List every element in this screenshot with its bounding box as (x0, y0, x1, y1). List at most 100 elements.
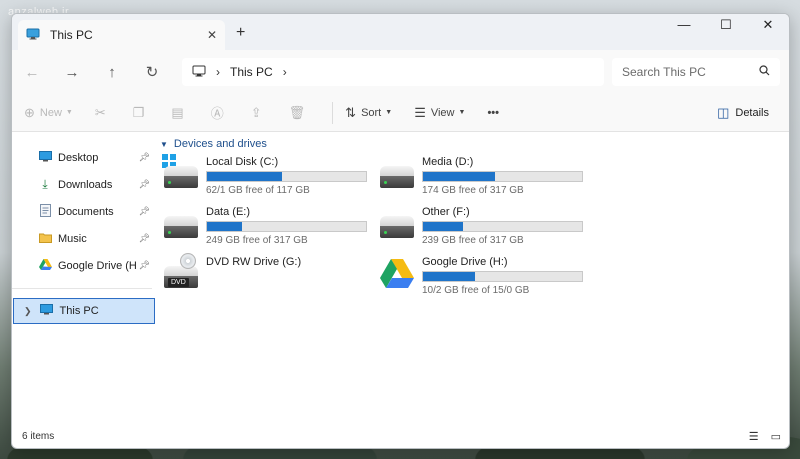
group-title: Devices and drives (173, 138, 267, 150)
download-icon: ⤓ (42, 177, 48, 191)
hard-drive-icon (376, 154, 420, 194)
delete-button[interactable]: 🗑︎ (289, 105, 311, 121)
search-icon (759, 65, 770, 79)
dvd-drive-icon: DVD (160, 253, 204, 294)
paste-icon: ▤ (171, 104, 184, 120)
drive-usage-bar (422, 171, 583, 182)
refresh-button[interactable]: ↻ (132, 63, 172, 81)
dvd-label: DVD (168, 278, 189, 287)
search-input[interactable]: Search This PC (612, 58, 780, 86)
breadcrumb-this-pc[interactable]: This PC (230, 65, 273, 79)
drive-name: Local Disk (C:) (206, 156, 279, 168)
chevron-down-icon: ▼ (385, 109, 393, 116)
drives-grid: Local Disk (C:) 62/1 GB free of 117 GB M… (160, 154, 789, 296)
tab-this-pc[interactable]: This PC ✕ (18, 20, 225, 50)
item-count: 6 items (22, 430, 55, 442)
drive-item-e[interactable]: Data (E:) 249 GB free of 317 GB (160, 204, 376, 246)
pin-icon[interactable]: 📌︎ (139, 152, 150, 163)
chevron-right-icon[interactable]: › (216, 65, 220, 79)
drive-usage-bar (206, 221, 367, 232)
drive-free-space: 10/2 GB free of 15/0 GB (422, 285, 530, 296)
chevron-right-icon[interactable]: ❯ (24, 306, 32, 317)
pin-icon[interactable]: 📌︎ (139, 206, 150, 217)
paste-button[interactable]: ▤ (171, 105, 188, 121)
sidebar-item-google-drive[interactable]: Google Drive (H 📌︎ (12, 252, 152, 279)
close-window-button[interactable]: ✕ (747, 14, 789, 38)
details-label: Details (735, 106, 769, 119)
status-bar: 6 items ☰ ▭ (12, 424, 789, 448)
document-icon (38, 203, 52, 220)
drive-usage-bar (206, 171, 367, 182)
file-list: ▼ Devices and drives Local Disk (C:) 62/… (152, 132, 789, 432)
breadcrumb[interactable]: › This PC › (182, 58, 604, 86)
group-header-devices[interactable]: ▼ Devices and drives (160, 138, 789, 150)
chevron-down-icon: ▼ (458, 109, 466, 116)
new-button[interactable]: ⊕ New ▼ (24, 105, 73, 121)
drive-free-space: 174 GB free of 317 GB (422, 185, 524, 196)
copy-icon: ❐ (132, 104, 145, 120)
drive-name: Google Drive (H:) (422, 256, 508, 268)
cut-button[interactable]: ✂ (95, 105, 111, 121)
pin-icon[interactable]: 📌︎ (139, 260, 150, 271)
drive-free-space: 239 GB free of 317 GB (422, 235, 524, 246)
drive-item-h[interactable]: Google Drive (H:) 10/2 GB free of 15/0 G… (376, 254, 592, 296)
content-area: Desktop 📌︎ ⤓ Downloads 📌︎ Documents 📌︎ M… (12, 132, 789, 432)
drive-name: Other (F:) (422, 206, 470, 218)
scissors-icon: ✂ (94, 104, 106, 120)
view-label: View (430, 106, 455, 119)
plus-circle-icon: ⊕ (24, 104, 35, 120)
sidebar-item-music[interactable]: Music 📌︎ (12, 225, 152, 252)
address-bar: ← → ↑ ↻ › This PC › Search This PC (12, 50, 789, 94)
drive-item-c[interactable]: Local Disk (C:) 62/1 GB free of 117 GB (160, 154, 376, 196)
sort-icon: ⇅ (345, 104, 357, 120)
rename-button[interactable]: Ⓐ (211, 103, 229, 122)
drive-name: Media (D:) (422, 156, 474, 168)
sort-button[interactable]: ⇅ Sort ▼ (345, 105, 392, 121)
computer-icon (26, 28, 40, 43)
more-icon: ••• (487, 106, 499, 119)
forward-button[interactable]: → (52, 64, 92, 81)
back-button[interactable]: ← (12, 64, 52, 81)
share-button[interactable]: ⇪ (251, 105, 267, 121)
drive-usage-bar (422, 221, 583, 232)
trash-icon: 🗑︎ (288, 104, 306, 120)
navigation-pane: Desktop 📌︎ ⤓ Downloads 📌︎ Documents 📌︎ M… (12, 132, 155, 432)
drive-name: DVD RW Drive (G:) (206, 256, 302, 268)
command-bar: ⊕ New ▼ ✂ ❐ ▤ Ⓐ ⇪ 🗑︎ ⇅ Sort ▼ ☰ View ▼ •… (12, 94, 789, 132)
view-button[interactable]: ☰ View ▼ (414, 105, 465, 121)
pin-icon[interactable]: 📌︎ (139, 233, 150, 244)
drive-item-g[interactable]: DVD DVD RW Drive (G:) (160, 253, 376, 296)
copy-button[interactable]: ❐ (133, 105, 150, 121)
chevron-down-icon: ▼ (160, 139, 168, 149)
drive-usage-bar (422, 271, 583, 282)
sidebar-item-desktop[interactable]: Desktop 📌︎ (12, 144, 152, 171)
minimize-button[interactable]: — (663, 14, 705, 38)
search-placeholder: Search This PC (622, 65, 706, 79)
drive-item-d[interactable]: Media (D:) 174 GB free of 317 GB (376, 154, 592, 196)
tab-close-icon[interactable]: ✕ (207, 28, 217, 42)
sidebar-item-downloads[interactable]: ⤓ Downloads 📌︎ (12, 171, 152, 198)
window-controls: — ☐ ✕ (663, 14, 789, 38)
new-tab-button[interactable]: + (236, 24, 245, 42)
sidebar-item-label: Documents (58, 205, 114, 218)
details-view-icon[interactable]: ☰ (749, 430, 759, 443)
sidebar-item-documents[interactable]: Documents 📌︎ (12, 198, 152, 225)
more-options-button[interactable]: ••• (487, 107, 499, 119)
computer-icon (192, 65, 206, 80)
chevron-right-icon[interactable]: › (283, 65, 287, 79)
tiles-view-icon[interactable]: ▭ (771, 430, 781, 443)
drive-free-space: 62/1 GB free of 117 GB (206, 185, 310, 196)
up-button[interactable]: ↑ (92, 64, 132, 81)
sidebar-item-label: Downloads (58, 178, 113, 191)
sidebar-item-label: Desktop (58, 151, 99, 164)
chevron-down-icon: ▼ (65, 109, 73, 116)
google-drive-icon (376, 254, 420, 294)
pin-icon[interactable]: 📌︎ (139, 179, 150, 190)
maximize-button[interactable]: ☐ (705, 14, 747, 38)
folder-icon (38, 232, 52, 246)
drive-item-f[interactable]: Other (F:) 239 GB free of 317 GB (376, 204, 592, 246)
details-button[interactable]: ◫ Details (717, 105, 769, 121)
google-drive-icon (38, 258, 52, 273)
hard-drive-icon (376, 204, 420, 244)
sidebar-item-this-pc[interactable]: ❯ This PC (13, 298, 155, 324)
